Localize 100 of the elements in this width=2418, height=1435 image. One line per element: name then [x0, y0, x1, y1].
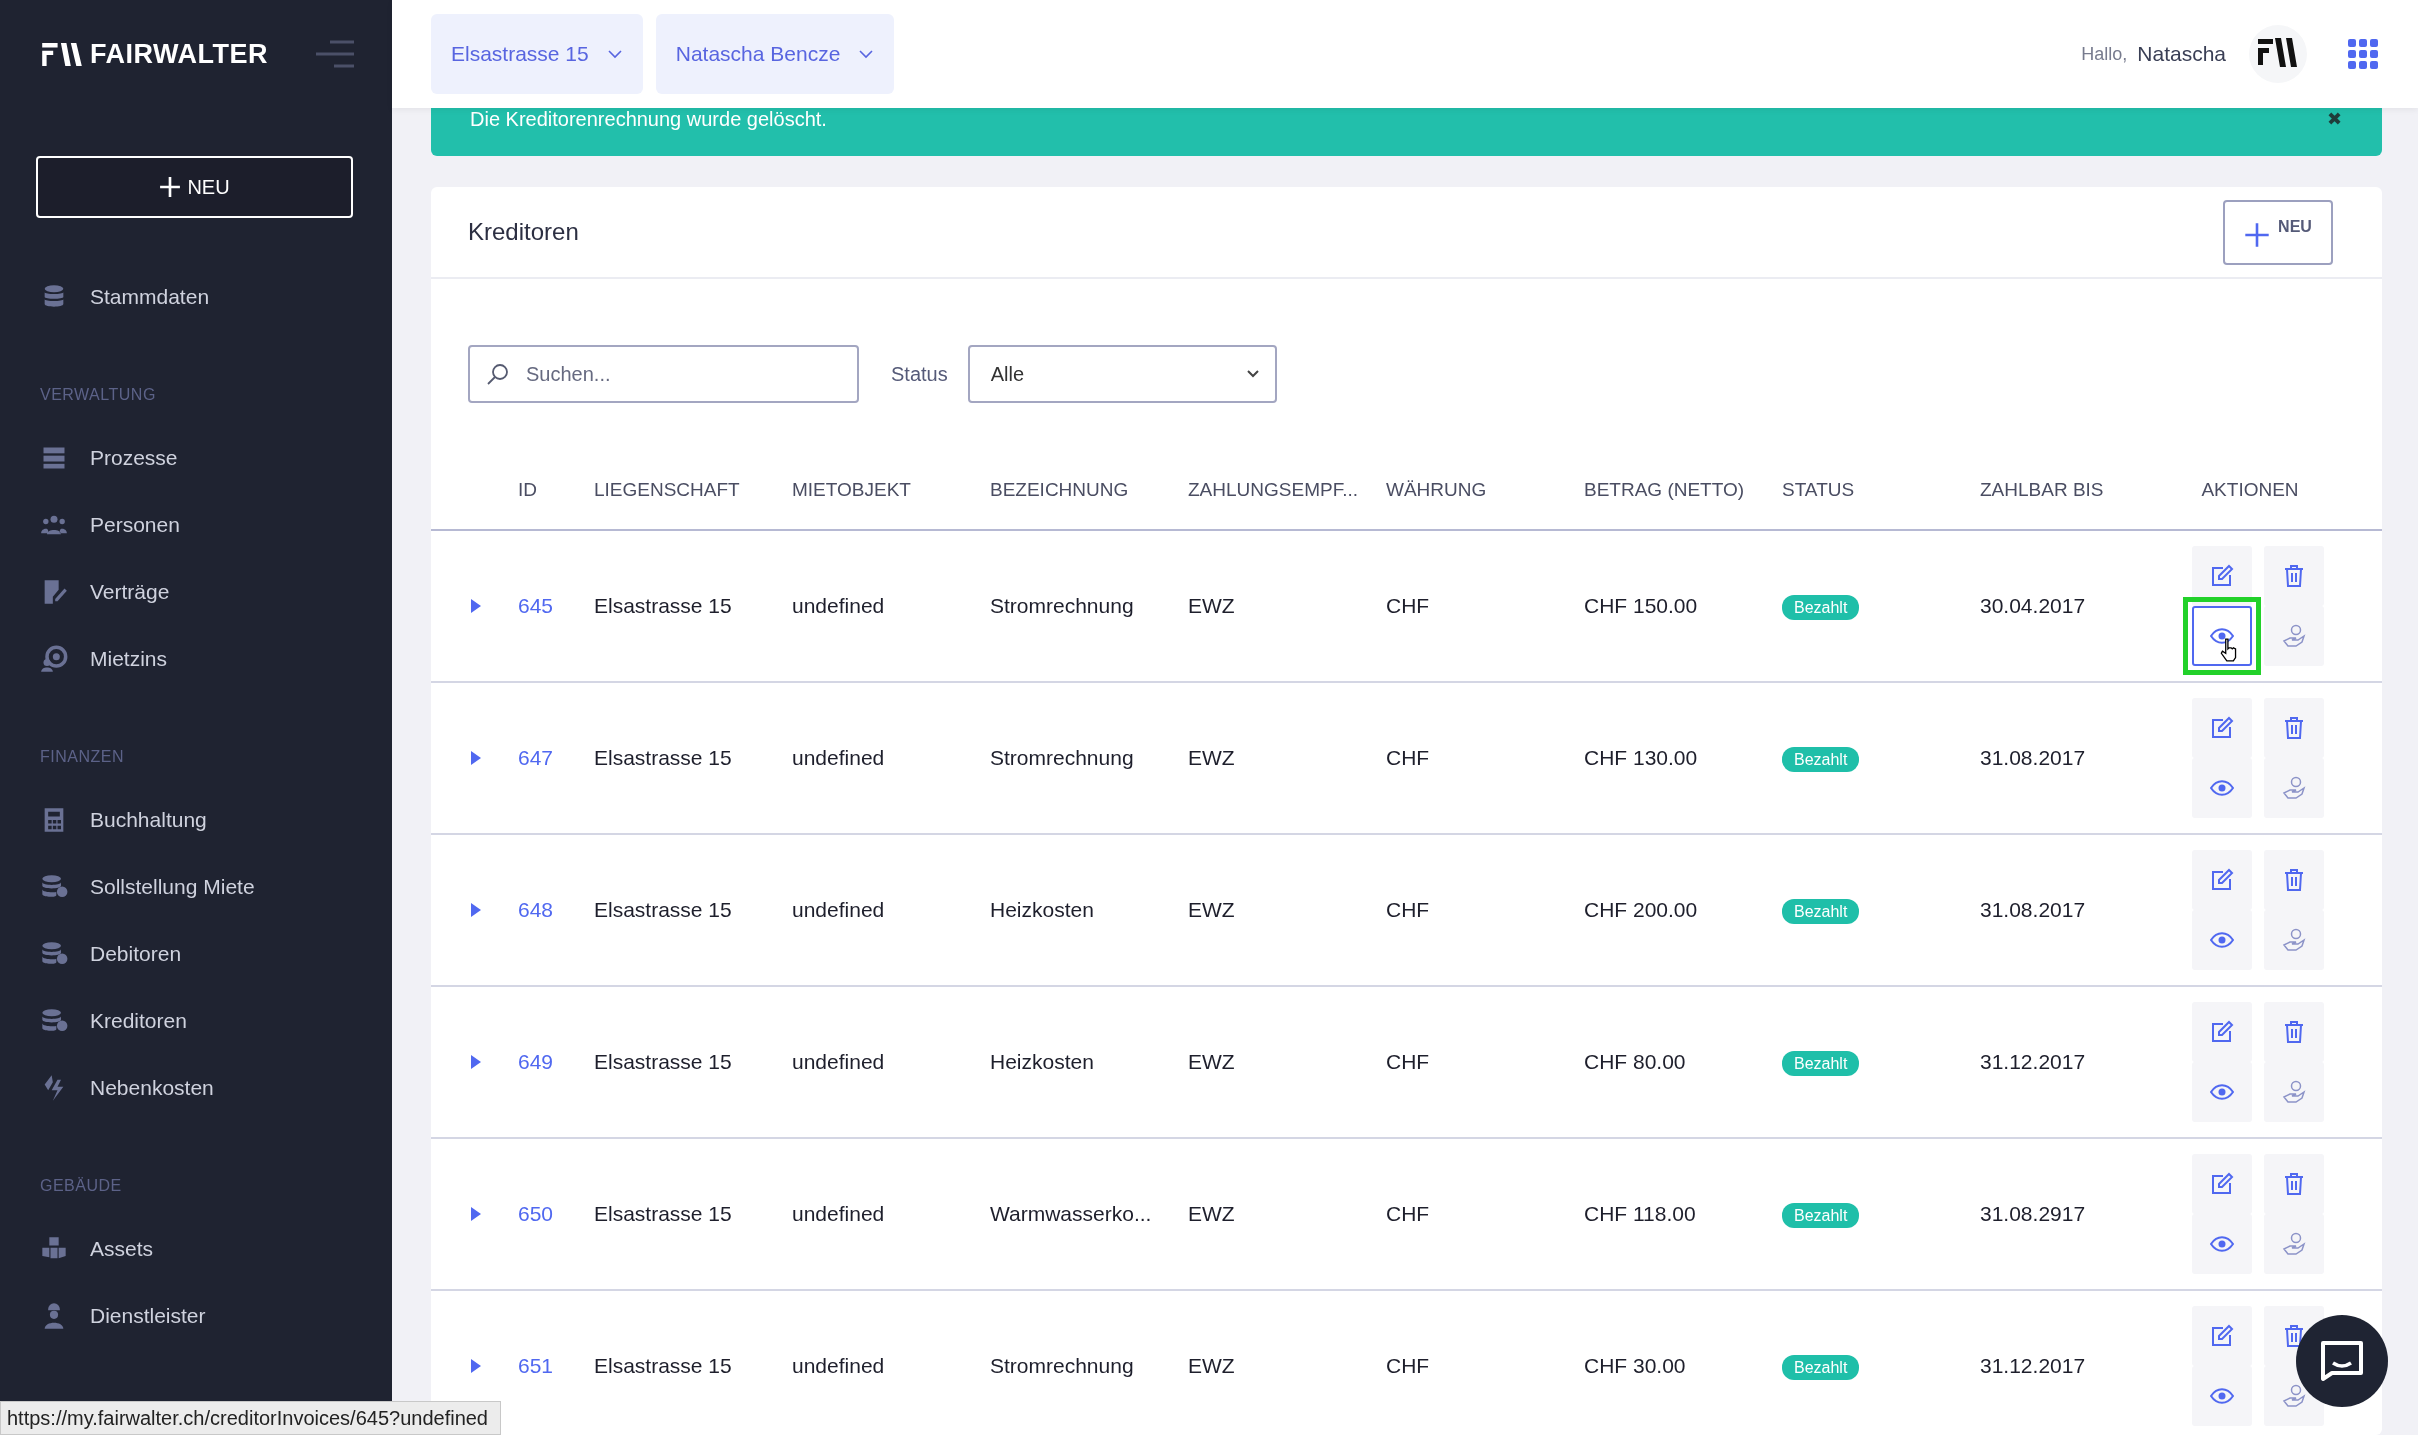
sidebar-item[interactable]: Mietzins [40, 625, 392, 692]
table-cell-text: Warmwasserko... [990, 1202, 1153, 1226]
edit-icon [2210, 716, 2234, 740]
sidebar-item-label: Debitoren [90, 941, 182, 966]
edit-icon [2210, 1324, 2234, 1348]
user-avatar[interactable] [2248, 24, 2308, 84]
table-cell-text: EWZ [1188, 898, 1236, 922]
sidebar-item-label: Kreditoren [90, 1008, 187, 1033]
table-cell-text: CHF 200.00 [1584, 898, 1699, 922]
column-header: WÄHRUNG [1386, 479, 1488, 501]
table-cell-text: 31.12.2017 [1980, 1050, 2087, 1074]
sidebar-item[interactable]: Dienstleister [40, 1282, 392, 1349]
table-cell-text: CHF 130.00 [1584, 746, 1699, 770]
coin-person-icon [40, 644, 68, 673]
table-cell-text: Elsastrasse 15 [594, 898, 733, 922]
brand-name: FAIRWALTER [90, 38, 268, 70]
edit-button[interactable] [2192, 1154, 2252, 1214]
sidebar-item-label: Sollstellung Miete [90, 874, 255, 899]
context-selector[interactable]: Natascha Bencze [655, 14, 895, 94]
table-cell-text: CHF [1386, 746, 1431, 770]
expand-arrow-icon[interactable] [471, 1207, 481, 1221]
table-cell-text: CHF [1386, 1202, 1431, 1226]
view-button[interactable] [2192, 606, 2252, 666]
invoice-id-link[interactable]: 650 [518, 1202, 594, 1226]
search-field[interactable]: Suchen... [468, 345, 859, 403]
sidebar-item[interactable]: Verträge [40, 558, 392, 625]
edit-button[interactable] [2192, 850, 2252, 910]
expand-arrow-icon[interactable] [471, 903, 481, 917]
sidebar-item-label: Buchhaltung [90, 807, 207, 832]
sidebar-item-label: Dienstleister [90, 1303, 206, 1328]
table-cell-text: CHF [1386, 1050, 1431, 1074]
table-cell-text: EWZ [1188, 746, 1236, 770]
context-selector[interactable]: Elsastrasse 15 [431, 14, 643, 94]
table-cell-text: undefined [792, 898, 886, 922]
invoice-id-link[interactable]: 648 [518, 898, 594, 922]
sidebar-item[interactable]: Personen [40, 491, 392, 558]
column-header: ZAHLUNGSEMPF... [1188, 479, 1359, 501]
sidebar-item-label: Stammdaten [90, 284, 210, 309]
sidebar-item-label: Mietzins [90, 646, 168, 671]
view-button[interactable] [2192, 910, 2252, 970]
edit-button[interactable] [2192, 546, 2252, 606]
table-cell-text: Heizkosten [990, 898, 1095, 922]
sidebar-item[interactable]: Nebenkosten [40, 1054, 392, 1121]
expand-arrow-icon[interactable] [471, 599, 481, 613]
filter-label: Status [891, 362, 948, 386]
chat-button[interactable] [2296, 1315, 2388, 1407]
invoice-id-link[interactable]: 651 [518, 1354, 594, 1378]
invoice-id-link[interactable]: 645 [518, 594, 594, 618]
sidebar-item-label: Verträge [90, 579, 170, 604]
new-button[interactable]: NEU [36, 156, 353, 218]
sidebar-item[interactable]: Prozesse [40, 424, 392, 491]
edit-button[interactable] [2192, 1002, 2252, 1062]
edit-icon [2210, 1020, 2234, 1044]
column-header: BEZEICHNUNG [990, 479, 1130, 501]
section-heading: GEBÄUDE [40, 1177, 123, 1195]
table-cell-text: EWZ [1188, 1354, 1236, 1378]
invoice-id-link[interactable]: 647 [518, 746, 594, 770]
hand-coin-icon [2282, 1232, 2306, 1256]
table-cell-text: EWZ [1188, 1202, 1236, 1226]
sidebar-item[interactable]: Sollstellung Miete [40, 853, 392, 920]
expand-arrow-icon[interactable] [471, 1359, 481, 1373]
view-button[interactable] [2192, 758, 2252, 818]
sidebar-item[interactable]: Assets [40, 1215, 392, 1282]
edit-button[interactable] [2192, 1306, 2252, 1366]
expand-arrow-icon[interactable] [471, 1055, 481, 1069]
chevron-down-icon [606, 49, 623, 59]
edit-icon [2210, 1172, 2234, 1196]
edit-icon [2210, 564, 2234, 588]
view-button[interactable] [2192, 1062, 2252, 1122]
view-button[interactable] [2192, 1366, 2252, 1426]
apps-grid-icon[interactable] [2348, 39, 2378, 69]
sidebar-item[interactable]: Stammdaten [40, 263, 392, 330]
status-badge: Bezahlt [1782, 1203, 1860, 1228]
table-cell-text: 31.08.2017 [1980, 898, 2087, 922]
trash-icon [2282, 1172, 2306, 1196]
invoice-id-link[interactable]: 649 [518, 1050, 594, 1074]
table-cell-text: CHF [1386, 898, 1431, 922]
table-cell-text: Heizkosten [990, 1050, 1095, 1074]
expand-arrow-icon[interactable] [471, 751, 481, 765]
sidebar-item[interactable]: Debitoren [40, 920, 392, 987]
new-button[interactable]: NEU [2223, 199, 2333, 265]
table-cell-text: EWZ [1188, 1050, 1236, 1074]
status-dropdown[interactable]: Alle [967, 345, 1277, 403]
edit-button[interactable] [2192, 698, 2252, 758]
table-cell-text: CHF 150.00 [1584, 594, 1699, 618]
table-cell-text: Stromrechnung [990, 594, 1135, 618]
table-cell-text: undefined [792, 1050, 886, 1074]
column-header: STATUS [1782, 479, 1856, 501]
column-header: ZAHLBAR BIS [1980, 479, 2105, 501]
table-cell-text: Elsastrasse 15 [594, 1050, 733, 1074]
table-cell-text: undefined [792, 746, 886, 770]
chevron-down-icon [1246, 370, 1259, 378]
sidebar-item[interactable]: Buchhaltung [40, 786, 392, 853]
table-cell-text: Elsastrasse 15 [594, 594, 733, 618]
table-cell-text: Stromrechnung [990, 746, 1135, 770]
sidebar-item-label: Personen [90, 512, 180, 537]
sidebar-item[interactable]: Kreditoren [40, 987, 392, 1054]
table-cell-text: CHF 80.00 [1584, 1050, 1687, 1074]
view-button[interactable] [2192, 1214, 2252, 1274]
close-button[interactable]: ✖ [2327, 108, 2342, 130]
